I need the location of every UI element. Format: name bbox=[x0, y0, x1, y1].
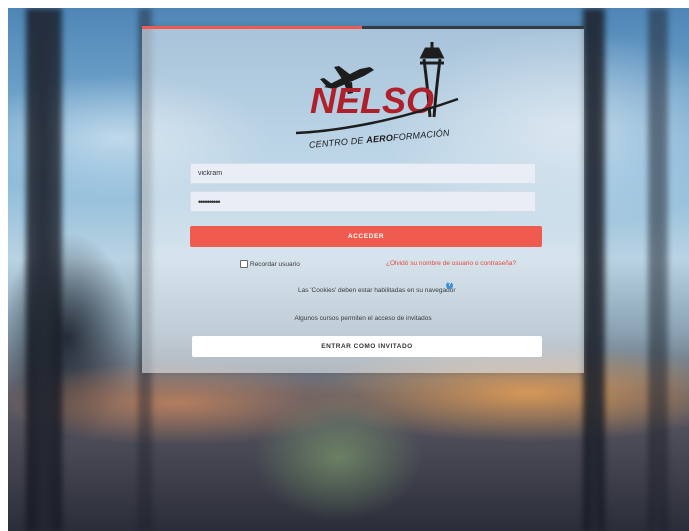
background-pillar bbox=[583, 8, 605, 531]
question-circle-icon[interactable]: ? bbox=[446, 282, 453, 289]
background-pillar bbox=[26, 8, 62, 531]
guest-login-button[interactable]: ENTRAR COMO INVITADO bbox=[192, 336, 542, 357]
background-pillar bbox=[648, 8, 668, 531]
username-input[interactable] bbox=[190, 163, 536, 184]
remember-user-label: Recordar usuario bbox=[250, 260, 300, 268]
remember-user-checkbox[interactable] bbox=[240, 260, 248, 268]
guests-note: Algunos cursos permiten el acceso de inv… bbox=[294, 315, 432, 322]
cookies-notice: Las 'Cookies' deben estar habilitadas en… bbox=[298, 287, 456, 294]
page-frame: NELSO CENTRO DE AEROFORMACIÓN ACCEDER Re… bbox=[8, 8, 689, 531]
forgot-credentials-link[interactable]: ¿Olvidó su nombre de usuario o contraseñ… bbox=[386, 260, 516, 267]
remember-user-option[interactable]: Recordar usuario bbox=[240, 260, 300, 268]
logo-brand-text: NELSO bbox=[310, 80, 434, 121]
card-top-accent bbox=[142, 26, 362, 29]
login-button[interactable]: ACCEDER bbox=[190, 226, 542, 247]
login-card: NELSO CENTRO DE AEROFORMACIÓN ACCEDER Re… bbox=[142, 26, 584, 373]
password-input[interactable] bbox=[190, 191, 536, 212]
nelso-logo: NELSO CENTRO DE AEROFORMACIÓN bbox=[282, 39, 462, 157]
